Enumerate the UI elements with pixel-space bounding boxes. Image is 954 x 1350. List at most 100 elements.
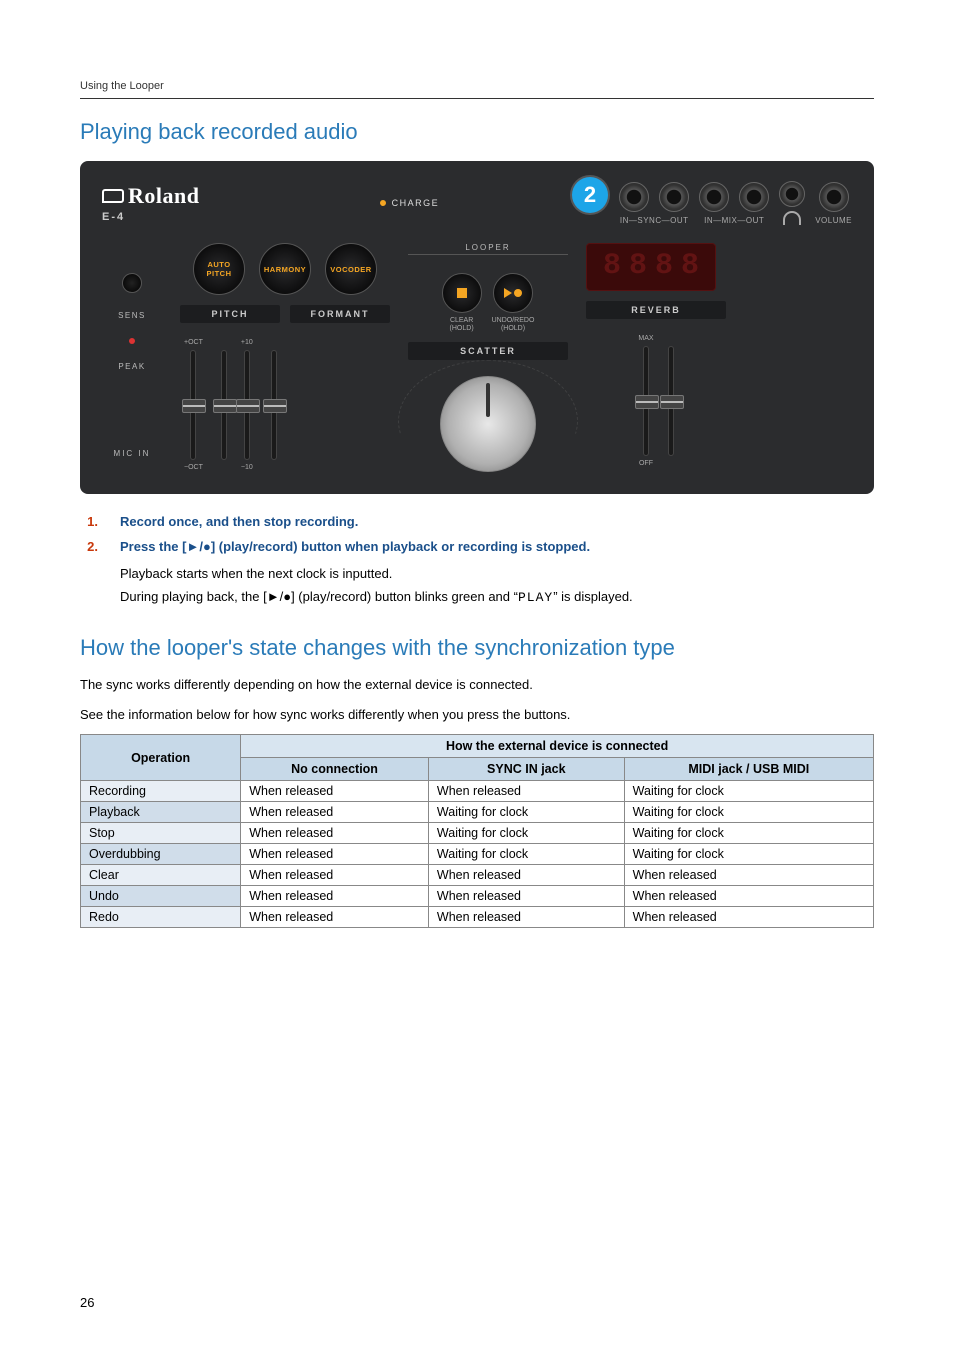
vocoder-button: VOCODER <box>325 243 377 295</box>
sens-column: SENS PEAK MIC IN <box>102 243 162 458</box>
scatter-knob-icon <box>440 376 536 472</box>
brand-logo: Roland <box>102 183 199 209</box>
table-cell: When released <box>241 781 429 802</box>
charge-indicator: CHARGE <box>380 198 440 208</box>
pitch-formant-section: AUTO PITCH HARMONY VOCODER PITCH FORMANT… <box>180 243 390 471</box>
seg-digit-icon: 8 <box>678 249 702 285</box>
table-cell: When released <box>624 886 873 907</box>
play-icon: ► <box>267 589 280 604</box>
play-icon: ► <box>186 539 199 554</box>
charge-led-icon <box>380 200 386 206</box>
table-cell: Waiting for clock <box>428 844 624 865</box>
table-cell: When released <box>428 781 624 802</box>
device-illustration: 2 Roland E-4 CHARGE IN—SYNC— <box>80 161 874 494</box>
peak-label: PEAK <box>118 362 145 371</box>
record-icon: ● <box>203 539 211 554</box>
callout-2: 2 <box>572 177 608 213</box>
formant-fine-slider <box>271 339 277 471</box>
table-cell: Stop <box>81 823 241 844</box>
device-top-row: Roland E-4 CHARGE IN—SYNC—OUT <box>102 181 852 225</box>
table-cell: Waiting for clock <box>624 823 873 844</box>
seg-digit-icon: 8 <box>626 249 650 285</box>
segment-display: 8 8 8 8 <box>586 243 716 291</box>
pitch-oct-slider: +OCT −OCT <box>184 339 203 471</box>
formant-10-slider: +10 −10 <box>241 339 253 471</box>
stop-icon <box>457 288 467 298</box>
table-cell: Waiting for clock <box>624 781 873 802</box>
step-1: 1. Record once, and then stop recording. <box>80 514 874 529</box>
steps-list: 1. Record once, and then stop recording.… <box>80 514 874 554</box>
sync-out-jack-icon <box>659 182 689 212</box>
sens-label: SENS <box>118 311 146 320</box>
play-record-icon <box>504 288 522 298</box>
record-icon: ● <box>283 589 291 604</box>
table-cell: Clear <box>81 865 241 886</box>
table-cell: When released <box>624 865 873 886</box>
table-row: OverdubbingWhen releasedWaiting for cloc… <box>81 844 874 865</box>
headphone-jack-icon <box>779 181 805 207</box>
table-row: RedoWhen releasedWhen releasedWhen relea… <box>81 907 874 928</box>
looper-stop-button <box>442 273 482 313</box>
looper-section: LOOPER CLEAR(HOLD) UNDO/REDO(HOLD) SCATT… <box>408 243 568 472</box>
table-cell: When released <box>241 907 429 928</box>
table-cell: Waiting for clock <box>624 802 873 823</box>
table-cell: When released <box>428 907 624 928</box>
table-cell: Waiting for clock <box>428 802 624 823</box>
device-main-row: SENS PEAK MIC IN AUTO PITCH HARMONY VOCO… <box>102 243 852 472</box>
col-no-connection: No connection <box>241 758 429 781</box>
table-cell: When released <box>241 865 429 886</box>
page: Using the Looper Playing back recorded a… <box>0 0 954 1350</box>
table-cell: Waiting for clock <box>624 844 873 865</box>
table-row: StopWhen releasedWaiting for clockWaitin… <box>81 823 874 844</box>
scatter-panel-label: SCATTER <box>408 342 568 360</box>
seg-digit-icon: 8 <box>600 249 624 285</box>
heading-playing-back: Playing back recorded audio <box>80 119 874 145</box>
table-cell: Waiting for clock <box>428 823 624 844</box>
table-cell: When released <box>241 886 429 907</box>
reverb-slider-b <box>668 335 674 467</box>
step-text: Press the [►/●] (play/record) button whe… <box>120 539 590 554</box>
body-line-1: Playback starts when the next clock is i… <box>120 564 874 584</box>
sync-in-jack-icon <box>619 182 649 212</box>
mix-label: IN—MIX—OUT <box>704 216 764 225</box>
pitch-fine-slider <box>221 339 227 471</box>
auto-pitch-button: AUTO PITCH <box>193 243 245 295</box>
table-cell: When released <box>241 844 429 865</box>
formant-panel-label: FORMANT <box>290 305 390 323</box>
step-text: Record once, and then stop recording. <box>120 514 358 529</box>
brand-text: Roland <box>128 183 199 209</box>
table-cell: Redo <box>81 907 241 928</box>
body-line-2: During playing back, the [►/●] (play/rec… <box>120 587 874 608</box>
table-cell: When released <box>428 865 624 886</box>
looper-header: LOOPER <box>408 243 568 255</box>
sync-table: Operation How the external device is con… <box>80 734 874 928</box>
table-row: PlaybackWhen releasedWaiting for clockWa… <box>81 802 874 823</box>
table-cell: When released <box>241 802 429 823</box>
mic-in-label: MIC IN <box>114 449 151 458</box>
looper-play-record-button <box>493 273 533 313</box>
col-midi-usb: MIDI jack / USB MIDI <box>624 758 873 781</box>
table-cell: Overdubbing <box>81 844 241 865</box>
table-cell: Undo <box>81 886 241 907</box>
reverb-slider-a: MAX OFF <box>638 335 653 467</box>
table-row: UndoWhen releasedWhen releasedWhen relea… <box>81 886 874 907</box>
seg-digit-icon: 8 <box>652 249 676 285</box>
table-cell: When released <box>428 886 624 907</box>
model-label: E-4 <box>102 211 199 223</box>
col-sync-in: SYNC IN jack <box>428 758 624 781</box>
display-text: PLAY <box>518 590 553 605</box>
breadcrumb: Using the Looper <box>80 80 874 92</box>
table-cell: Recording <box>81 781 241 802</box>
display-reverb-section: 8 8 8 8 REVERB MAX OFF <box>586 243 726 467</box>
table-cell: When released <box>241 823 429 844</box>
table-cell: When released <box>624 907 873 928</box>
heading-sync-state: How the looper's state changes with the … <box>80 635 874 661</box>
page-number: 26 <box>80 1295 94 1310</box>
step-2: 2. Press the [►/●] (play/record) button … <box>80 539 874 554</box>
pitch-panel-label: PITCH <box>180 305 280 323</box>
col-operation: Operation <box>81 735 241 781</box>
reverb-panel-label: REVERB <box>586 301 726 319</box>
sync-label: IN—SYNC—OUT <box>620 216 689 225</box>
table-row: ClearWhen releasedWhen releasedWhen rele… <box>81 865 874 886</box>
charge-label: CHARGE <box>392 198 440 208</box>
